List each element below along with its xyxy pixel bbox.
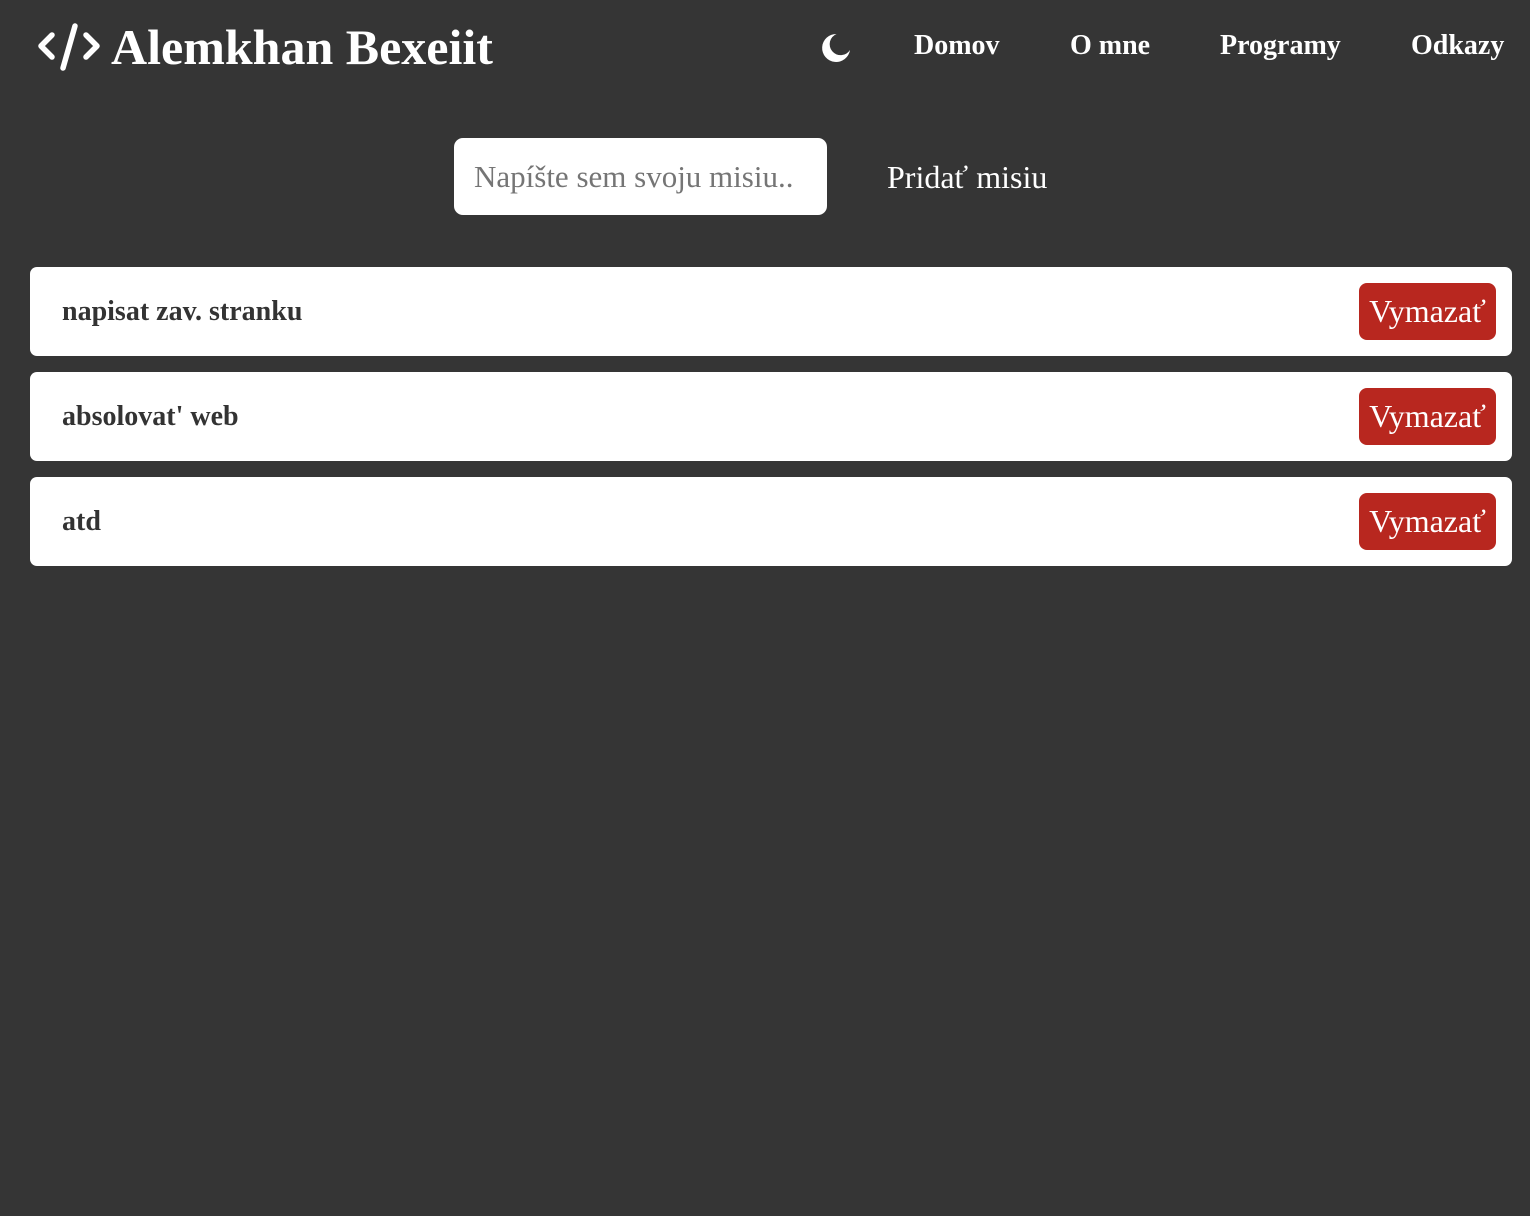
mission-input[interactable] <box>454 138 827 215</box>
list-item: absolovat' web Vymazať <box>30 372 1512 461</box>
nav-link-o-mne[interactable]: O mne <box>1070 26 1150 66</box>
mission-text: atd <box>62 506 101 537</box>
mission-text: napisat zav. stranku <box>62 296 303 327</box>
list-item: atd Vymazať <box>30 477 1512 566</box>
nav-link-odkazy[interactable]: Odkazy <box>1411 26 1504 66</box>
nav-link-domov[interactable]: Domov <box>914 26 1000 66</box>
mission-text: absolovat' web <box>62 401 239 432</box>
delete-button[interactable]: Vymazať <box>1359 283 1496 340</box>
site-header: Alemkhan Bexeiit Domov O mne Programy Od… <box>0 0 1530 100</box>
delete-button[interactable]: Vymazať <box>1359 388 1496 445</box>
add-mission-button[interactable]: Pridať misiu <box>872 142 1062 212</box>
list-item: napisat zav. stranku Vymazať <box>30 267 1512 356</box>
nav-link-programy[interactable]: Programy <box>1220 26 1341 66</box>
delete-button[interactable]: Vymazať <box>1359 493 1496 550</box>
main-nav: Domov O mne Programy Odkazy <box>0 26 1530 66</box>
mission-list: napisat zav. stranku Vymazať absolovat' … <box>30 267 1512 582</box>
